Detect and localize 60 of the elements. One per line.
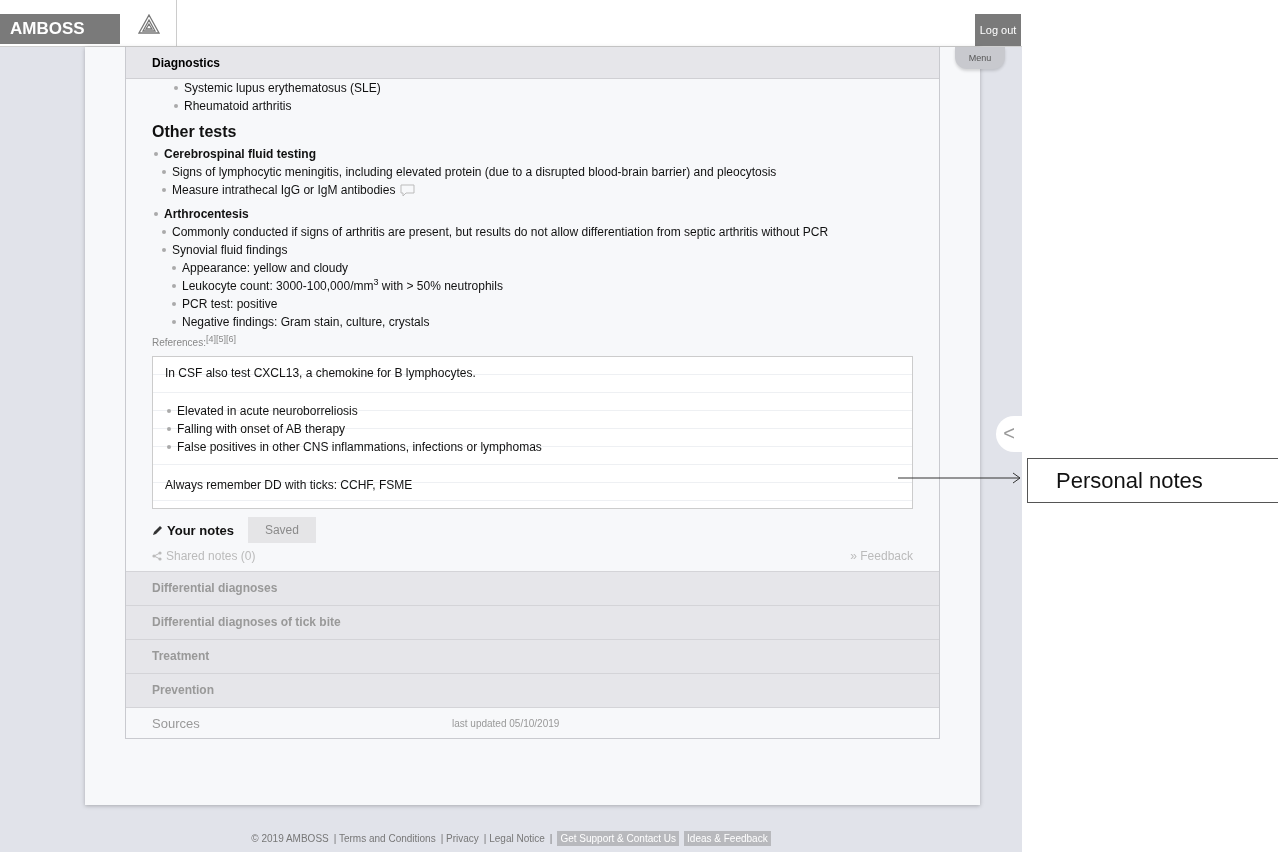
footer-link[interactable]: | xyxy=(549,833,553,844)
list-item: Appearance: yellow and cloudy xyxy=(182,260,349,277)
list-item: Leukocyte count: 3000-100,000/mm$^{3}$ with > 50% neutrophils xyxy=(182,277,503,295)
list-item: Cerebrospinal fluid testing xyxy=(164,146,316,163)
list-item: Systemic lupus erythematosus (SLE) xyxy=(184,81,381,95)
feedback-link[interactable]: » Feedback xyxy=(850,549,913,563)
bullet-icon xyxy=(172,302,176,306)
bullet-icon xyxy=(162,248,166,252)
section-header[interactable]: Differential diagnoses xyxy=(126,571,939,605)
triangle-logo-icon[interactable] xyxy=(138,13,160,34)
annotation-label: Personal notes xyxy=(1027,458,1278,503)
bullet-icon xyxy=(167,445,171,449)
logout-button[interactable]: Log out xyxy=(975,14,1021,46)
note-item: False positives in other CNS inflammations, infections or lymphomas xyxy=(177,439,542,456)
menu-button[interactable]: Menu xyxy=(955,47,1005,69)
notes-field[interactable] xyxy=(152,356,913,509)
notes-label: Your notes xyxy=(167,522,234,538)
shared-notes-link[interactable]: Shared notes (0) xyxy=(152,549,256,563)
list-item: Arthrocentesis xyxy=(164,206,249,223)
list-item: Negative findings: Gram stain, culture, crystals xyxy=(182,314,430,331)
bullet-icon xyxy=(172,284,176,288)
section-header[interactable]: Differential diagnoses of tick bite xyxy=(126,605,939,639)
section-header[interactable]: Diagnostics xyxy=(126,47,939,79)
list-item: PCR test: positive xyxy=(182,296,278,313)
footer-button[interactable]: Ideas & Feedback xyxy=(684,831,771,846)
section-header[interactable]: Sources xyxy=(152,715,452,731)
footer-link[interactable]: | Terms and Conditions xyxy=(333,833,436,844)
list-item: Commonly conducted if signs of arthritis are present, but results do not allow differentiation from septic arthritis without PCR xyxy=(172,224,829,241)
bullet-icon xyxy=(167,427,171,431)
last-updated: last updated 05/10/2019 xyxy=(452,717,560,729)
bullet-icon xyxy=(167,409,171,413)
logo[interactable]: AMBOSS xyxy=(0,14,120,44)
note-item: Falling with onset of AB therapy xyxy=(177,421,346,438)
collapse-tab[interactable]: < xyxy=(996,416,1022,452)
footer-button[interactable]: Get Support & Contact Us xyxy=(557,831,680,846)
references: References:$^{[4][5][6]}$ xyxy=(152,337,237,348)
bullet-icon xyxy=(172,266,176,270)
note-text: Always remember DD with ticks: CCHF, FSME xyxy=(165,477,414,494)
list-item: Signs of lymphocytic meningitis, including elevated protein (due to a disrupted blood-brain barrier) and pleocytosis xyxy=(172,164,777,181)
note-text: In CSF also test CXCL13, a chemokine for B lymphocytes. xyxy=(165,365,477,382)
share-icon xyxy=(152,551,162,561)
section-header[interactable]: Prevention xyxy=(126,673,939,707)
note-item: Elevated in acute neuroborreliosis xyxy=(177,403,358,420)
section-header[interactable]: Treatment xyxy=(126,639,939,673)
subheading: Other tests xyxy=(152,123,238,141)
footer-link[interactable]: © 2019 AMBOSS xyxy=(251,833,329,844)
list-item: Rheumatoid arthritis xyxy=(184,99,292,113)
bullet-icon xyxy=(154,152,158,156)
bullet-icon xyxy=(162,170,166,174)
footer-link[interactable]: | Legal Notice xyxy=(483,833,545,844)
bullet-icon xyxy=(174,104,178,108)
list-item: Synovial fluid findings xyxy=(172,242,288,259)
bullet-icon xyxy=(162,230,166,234)
list-item: Measure intrathecal IgG or IgM antibodies xyxy=(172,182,396,199)
bullet-icon xyxy=(162,188,166,192)
bullet-icon xyxy=(154,212,158,216)
bullet-icon xyxy=(172,320,176,324)
bullet-icon xyxy=(174,86,178,90)
pencil-icon xyxy=(152,524,163,536)
footer-link[interactable]: | Privacy xyxy=(440,833,479,844)
